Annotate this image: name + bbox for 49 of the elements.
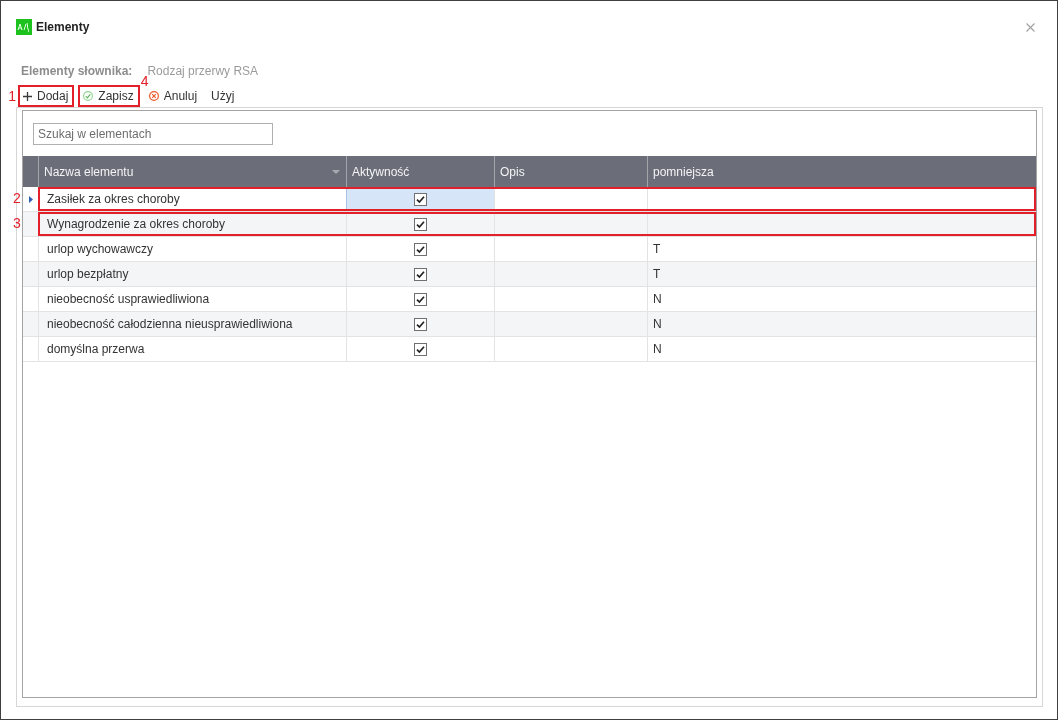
table-cell: T (647, 262, 1036, 286)
search-field[interactable]: Szukaj w elementach (33, 123, 273, 145)
checkbox[interactable] (414, 242, 427, 256)
column-header[interactable]: Opis (494, 156, 647, 187)
add-button[interactable]: Dodaj (20, 87, 73, 105)
table-cell: urlop wychowawczy (38, 237, 346, 261)
annotation-number: 4 (140, 75, 149, 88)
caret-down-icon (332, 169, 340, 174)
column-header[interactable]: Aktywność (346, 156, 494, 187)
table-cell: N (647, 337, 1036, 361)
column-header[interactable]: pomniejsza (647, 156, 1036, 187)
dictionary-name: Rodzaj przerwy RSA (147, 64, 259, 78)
table-cell: urlop bezpłatny (38, 262, 346, 286)
annotation-number: 1 (8, 90, 16, 103)
table-row[interactable]: nieobecność usprawiedliwiona N (23, 287, 1036, 312)
checkbox[interactable] (414, 317, 427, 331)
use-button[interactable]: Użyj (206, 87, 240, 105)
check-circle-icon (83, 91, 94, 101)
save-button[interactable]: Zapisz (80, 87, 138, 105)
row-indicator-icon (28, 195, 33, 203)
close-icon (1026, 22, 1035, 32)
table-row[interactable]: Wynagrodzenie za okres choroby (23, 212, 1036, 237)
column-header[interactable]: Nazwa elementu (38, 156, 346, 187)
table-row[interactable]: nieobecność całodzienna nieusprawiedliwiona N (23, 312, 1036, 337)
table-cell: N (647, 287, 1036, 311)
dictionary-label: Elementy słownika: (21, 64, 133, 78)
annotation-number: 2 (13, 191, 21, 206)
table-cell: N (647, 312, 1036, 336)
table-row[interactable]: urlop bezpłatny T (23, 262, 1036, 287)
table-cell: domyślna przerwa (38, 337, 346, 361)
app-logo-icon (16, 19, 32, 35)
close-button[interactable] (1024, 20, 1037, 34)
table-row[interactable]: urlop wychowawczy T (23, 237, 1036, 262)
annotation-number: 3 (13, 216, 21, 231)
checkbox[interactable] (414, 217, 427, 231)
checkbox[interactable] (414, 342, 427, 356)
cancel-button[interactable]: Anuluj (143, 87, 203, 105)
table-row[interactable]: domyślna przerwa N (23, 337, 1036, 362)
table-row[interactable]: Zasiłek za okres choroby (23, 187, 1036, 212)
window-title: Elementy (36, 20, 90, 34)
table-cell: nieobecność całodzienna nieusprawiedliwiona (38, 312, 346, 336)
table-cell: T (647, 237, 1036, 261)
checkbox[interactable] (414, 267, 427, 281)
table-cell: Wynagrodzenie za okres choroby (38, 212, 346, 236)
checkbox[interactable] (414, 292, 427, 306)
table-cell: nieobecność usprawiedliwiona (38, 287, 346, 311)
plus-icon (23, 91, 32, 101)
checkbox[interactable] (414, 192, 427, 206)
x-circle-icon (148, 91, 159, 101)
